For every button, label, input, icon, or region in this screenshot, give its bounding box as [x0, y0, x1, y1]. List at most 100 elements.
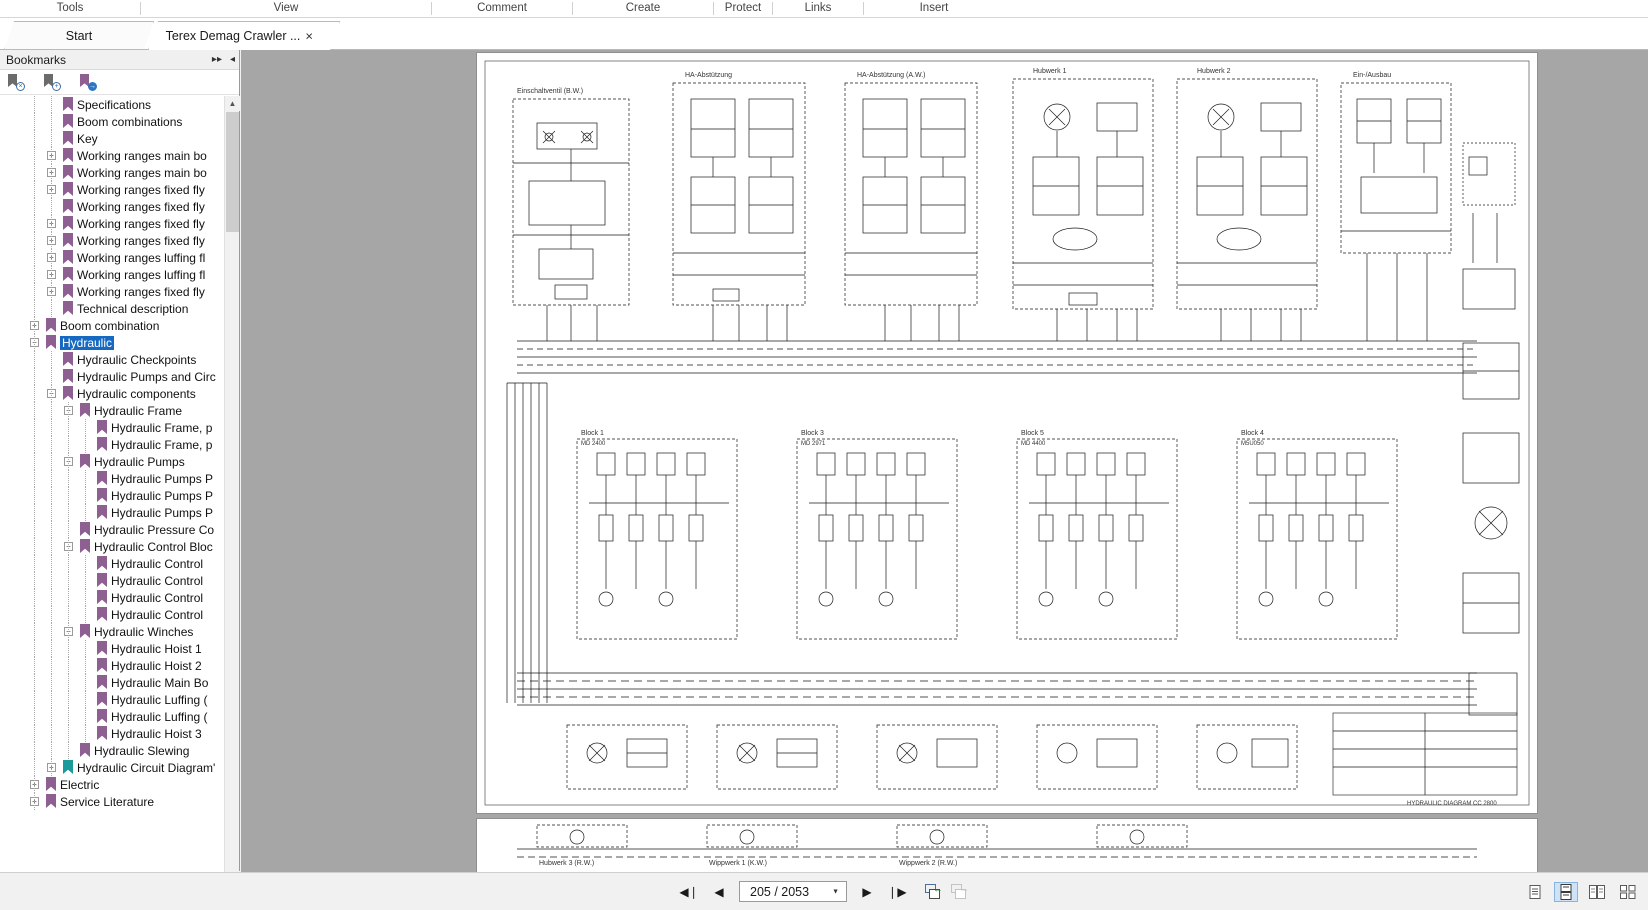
tree-guide-line	[34, 640, 35, 657]
bookmark-tree-item[interactable]: Hydraulic Frame, p	[0, 419, 225, 436]
pdf-reader-window: Tools View Comment Create Protect Links …	[0, 0, 1648, 910]
svg-text:Block 5: Block 5	[1021, 430, 1044, 437]
menu-item-protect[interactable]: Protect	[714, 0, 772, 17]
bookmark-tree-item[interactable]: + Hydraulic Circuit Diagram'	[0, 759, 225, 776]
menu-item-links[interactable]: Links	[773, 0, 863, 17]
bookmark-tree-item[interactable]: + Electric	[0, 776, 225, 793]
next-page-icon[interactable]: ▶	[857, 882, 877, 902]
bookmark-tree-item[interactable]: − Hydraulic components	[0, 385, 225, 402]
bookmark-tree-item[interactable]: + Working ranges main bo	[0, 164, 225, 181]
scroll-up-arrow-icon[interactable]: ▲	[225, 96, 240, 111]
bookmark-tree-item[interactable]: − Hydraulic	[0, 334, 225, 351]
bookmark-tree-item[interactable]: − Hydraulic Frame	[0, 402, 225, 419]
bookmark-tree[interactable]: Specifications Boom combinations Key + Worki…	[0, 96, 225, 886]
bookmark-tree-item[interactable]: Hydraulic Control	[0, 606, 225, 623]
tree-guide-line	[51, 368, 52, 385]
two-page-view-button[interactable]	[1585, 882, 1609, 902]
document-viewer[interactable]: Einschaltventil (B.W.) HA-Abstützung HA-…	[241, 50, 1648, 872]
bookmark-tree-item[interactable]: Hydraulic Slewing	[0, 742, 225, 759]
bookmark-tree-item[interactable]: + Boom combination	[0, 317, 225, 334]
continuous-scroll-view-button[interactable]	[1554, 881, 1578, 902]
first-page-icon[interactable]: ◀❘	[679, 882, 699, 902]
bookmark-tree-item[interactable]: Technical description	[0, 300, 225, 317]
tab-document[interactable]: Terex Demag Crawler ... ×	[148, 21, 340, 50]
bookmark-icon	[97, 573, 107, 587]
bookmark-tree-item[interactable]: Hydraulic Hoist 3	[0, 725, 225, 742]
collapse-panel-icon[interactable]: ◂	[230, 55, 235, 65]
bookmark-tree-item[interactable]: − Hydraulic Winches	[0, 623, 225, 640]
two-page-continuous-view-button[interactable]	[1616, 882, 1640, 902]
menu-item-tools[interactable]: Tools	[0, 0, 140, 17]
bookmark-tree-item[interactable]: Hydraulic Frame, p	[0, 436, 225, 453]
last-page-icon[interactable]: ❘▶	[887, 882, 907, 902]
bookmark-label: Boom combination	[60, 318, 160, 333]
bookmark-tree-item[interactable]: Hydraulic Pumps P	[0, 487, 225, 504]
close-icon[interactable]: ×	[305, 30, 313, 43]
new-bookmark-icon[interactable]: +	[44, 74, 61, 91]
menu-item-create[interactable]: Create	[573, 0, 713, 17]
tree-guide-line	[51, 674, 52, 691]
tree-guide-line	[51, 521, 52, 538]
page-number-input[interactable]: 205 / 2053 ▼	[739, 881, 847, 902]
tree-guide-line	[34, 300, 35, 317]
bookmark-tree-item[interactable]: + Working ranges main bo	[0, 147, 225, 164]
bookmark-label: Hydraulic Pumps P	[111, 505, 214, 520]
bookmark-tree-item[interactable]: Hydraulic Control	[0, 589, 225, 606]
tree-guide-line	[68, 572, 69, 589]
bookmark-tree-item[interactable]: Hydraulic Control	[0, 572, 225, 589]
tree-guide-line	[34, 283, 35, 300]
bookmark-tree-item[interactable]: Boom combinations	[0, 113, 225, 130]
expand-panel-icon[interactable]: ▸▸	[212, 55, 222, 65]
scrollbar-thumb[interactable]	[226, 112, 239, 232]
previous-view-icon[interactable]: ←	[925, 883, 943, 900]
bookmark-tree-item[interactable]: Hydraulic Pumps P	[0, 470, 225, 487]
chevron-down-icon[interactable]: ▼	[832, 888, 839, 895]
bookmark-tree-item[interactable]: + Working ranges fixed fly	[0, 181, 225, 198]
tree-guide-line	[85, 640, 86, 657]
next-view-icon[interactable]: →	[951, 883, 969, 900]
tab-start[interactable]: Start	[4, 21, 154, 50]
bookmark-tree-item[interactable]: + Service Literature	[0, 793, 225, 810]
bookmark-tree-item[interactable]: Hydraulic Hoist 2	[0, 657, 225, 674]
tree-guide-line	[51, 725, 52, 742]
tree-guide-line	[34, 623, 35, 640]
bookmark-tree-item[interactable]: Key	[0, 130, 225, 147]
bookmark-tree-item[interactable]: + Working ranges fixed fly	[0, 215, 225, 232]
previous-page-icon[interactable]: ◀	[709, 882, 729, 902]
tree-guide-line	[68, 555, 69, 572]
tree-guide-line	[34, 147, 35, 164]
bookmark-tree-item[interactable]: Hydraulic Control	[0, 555, 225, 572]
menu-item-view[interactable]: View	[141, 0, 431, 17]
bookmark-tree-item[interactable]: Hydraulic Checkpoints	[0, 351, 225, 368]
bookmark-tree-item[interactable]: Hydraulic Pumps P	[0, 504, 225, 521]
bookmarks-vertical-scrollbar[interactable]: ▲ ▼	[224, 96, 240, 886]
tree-guide-line	[34, 674, 35, 691]
bookmark-tree-item[interactable]: + Working ranges luffing fl	[0, 266, 225, 283]
bookmark-label: Hydraulic components	[77, 386, 196, 401]
menu-item-insert[interactable]: Insert	[864, 0, 1004, 17]
bookmark-tree-item[interactable]: + Working ranges fixed fly	[0, 283, 225, 300]
bookmark-icon	[63, 97, 73, 111]
bookmark-tree-item[interactable]: Hydraulic Luffing (	[0, 691, 225, 708]
svg-text:HYDRAULIC DIAGRAM CC 2800: HYDRAULIC DIAGRAM CC 2800	[1407, 801, 1497, 807]
menu-item-comment[interactable]: Comment	[432, 0, 572, 17]
bookmark-tree-item[interactable]: Hydraulic Hoist 1	[0, 640, 225, 657]
tree-guide-line	[68, 691, 69, 708]
delete-bookmark-icon[interactable]: ×	[8, 74, 25, 91]
bookmark-tree-item[interactable]: Hydraulic Pressure Co	[0, 521, 225, 538]
bookmark-label: Working ranges fixed fly	[77, 284, 205, 299]
bookmark-label: Working ranges main bo	[77, 165, 207, 180]
bookmark-label: Technical description	[77, 301, 189, 316]
bookmark-tree-item[interactable]: − Hydraulic Control Bloc	[0, 538, 225, 555]
single-page-view-button[interactable]	[1523, 882, 1547, 902]
bookmark-tree-item[interactable]: Hydraulic Main Bo	[0, 674, 225, 691]
bookmark-tree-item[interactable]: Working ranges fixed fly	[0, 198, 225, 215]
bookmark-icon	[97, 471, 107, 485]
bookmark-tree-item[interactable]: + Working ranges luffing fl	[0, 249, 225, 266]
bookmark-tree-item[interactable]: Specifications	[0, 96, 225, 113]
bookmark-tree-item[interactable]: Hydraulic Pumps and Circ	[0, 368, 225, 385]
bookmark-tree-item[interactable]: Hydraulic Luffing (	[0, 708, 225, 725]
bookmark-tree-item[interactable]: − Hydraulic Pumps	[0, 453, 225, 470]
goto-bookmark-icon[interactable]: →	[80, 74, 97, 91]
bookmark-tree-item[interactable]: + Working ranges fixed fly	[0, 232, 225, 249]
